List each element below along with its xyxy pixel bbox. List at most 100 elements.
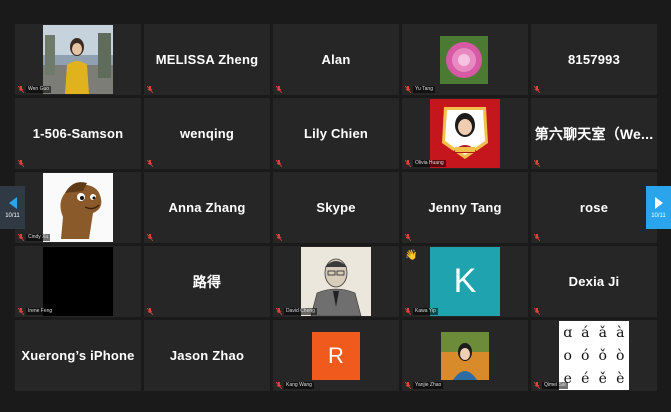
participant-label	[147, 234, 153, 241]
muted-mic-icon	[534, 382, 540, 389]
video-tile-chatroom-6[interactable]: 第六聊天室（We...	[531, 98, 657, 169]
video-tile-cindy-xu[interactable]: Cindy Xu	[15, 172, 141, 243]
avatar-initial: R	[328, 343, 344, 368]
video-tile-melissa-zheng[interactable]: MELISSA Zheng	[144, 24, 270, 95]
participant-display-name: 1-506-Samson	[32, 126, 124, 141]
tone-letter: ò	[616, 347, 625, 364]
participant-label: Irene Feng	[18, 308, 55, 315]
gallery-grid: Wen Guo MELISSA Zheng Alan Yu Tang 81579…	[15, 24, 657, 396]
participant-label	[147, 308, 153, 315]
muted-mic-icon	[147, 86, 153, 93]
participant-label	[276, 86, 282, 93]
participant-name: Cindy Xu	[26, 234, 51, 241]
participant-label: Olivia Huang	[405, 160, 446, 167]
participant-label: Cindy Xu	[18, 234, 51, 241]
participant-display-name: Xuerong’s iPhone	[21, 348, 135, 363]
participant-label	[276, 234, 282, 241]
video-tile-rose[interactable]: rose	[531, 172, 657, 243]
tone-letter: o	[563, 347, 572, 364]
muted-mic-icon	[18, 86, 24, 93]
video-tile-kang-wang[interactable]: R Kang Wang	[273, 320, 399, 391]
muted-mic-icon	[405, 382, 411, 389]
tone-letter: ě	[598, 370, 607, 387]
muted-mic-icon	[18, 160, 24, 167]
video-tile-anna-zhang[interactable]: Anna Zhang	[144, 172, 270, 243]
video-tile-samson[interactable]: 1-506-Samson	[15, 98, 141, 169]
participant-label	[147, 86, 153, 93]
participant-display-name: Anna Zhang	[168, 200, 246, 215]
video-tile-skype[interactable]: Skype	[273, 172, 399, 243]
video-tile-david-cheng[interactable]: David Cheng	[273, 246, 399, 317]
tone-letter: à	[616, 324, 625, 341]
tone-letter: ǒ	[598, 347, 607, 364]
participant-name: Kang Wang	[284, 382, 314, 389]
participant-display-name: wenqing	[179, 126, 235, 141]
tone-letter: ǎ	[598, 324, 607, 341]
tone-letter: é	[581, 370, 590, 387]
video-tile-lude[interactable]: 路得	[144, 246, 270, 317]
video-tile-dexia-ji[interactable]: Dexia Ji	[531, 246, 657, 317]
video-tile-lily-chien[interactable]: Lily Chien	[273, 98, 399, 169]
video-tile-irene-feng[interactable]: Irene Feng	[15, 246, 141, 317]
video-tile-qimei-sai[interactable]: ɑ á ǎ à o ó ǒ ò e é ě è Qimei Sai	[531, 320, 657, 391]
page-indicator: 10/11	[651, 212, 666, 219]
video-tile-yu-tang[interactable]: Yu Tang	[402, 24, 528, 95]
participant-label: David Cheng	[276, 308, 317, 315]
muted-mic-icon	[276, 308, 282, 315]
participant-name: Olivia Huang	[413, 160, 446, 167]
muted-mic-icon	[405, 308, 411, 315]
video-tile-jason-zhao[interactable]: Jason Zhao	[144, 320, 270, 391]
participant-name: Irene Feng	[26, 308, 55, 315]
participant-video-black	[43, 247, 113, 316]
video-tile-8157993[interactable]: 8157993	[531, 24, 657, 95]
muted-mic-icon	[405, 160, 411, 167]
video-tile-yanjie-zhao[interactable]: Yanjie Zhao	[402, 320, 528, 391]
participant-label	[534, 86, 540, 93]
participant-display-name: Dexia Ji	[568, 274, 620, 289]
muted-mic-icon	[276, 160, 282, 167]
previous-page-button[interactable]: 10/11	[0, 186, 25, 229]
video-tile-xuerong-iphone[interactable]: Xuerong’s iPhone	[15, 320, 141, 391]
horse-cartoon-photo	[43, 173, 113, 242]
pinyin-tones-image: ɑ á ǎ à o ó ǒ ò e é ě è	[559, 321, 629, 390]
participant-label	[18, 160, 24, 167]
video-tile-wen-guo[interactable]: Wen Guo	[15, 24, 141, 95]
participant-display-name: 路得	[192, 273, 222, 290]
profile-badge-photo	[430, 99, 500, 168]
video-tile-olivia-huang[interactable]: Olivia Huang	[402, 98, 528, 169]
participant-label: Qimei Sai	[534, 382, 568, 389]
next-page-button[interactable]: 10/11	[646, 186, 671, 229]
profile-photo	[441, 332, 489, 380]
flower-photo	[440, 36, 488, 84]
participant-display-name: Jenny Tang	[428, 200, 502, 215]
participant-name: Qimei Sai	[542, 382, 568, 389]
muted-mic-icon	[18, 308, 24, 315]
participant-label: Kang Wang	[276, 382, 314, 389]
participant-display-name: Lily Chien	[303, 126, 369, 141]
avatar-initial: K	[453, 262, 477, 300]
participant-video-wen-guo	[43, 25, 113, 94]
tone-letter: ó	[581, 347, 590, 364]
avatar-r: R	[312, 332, 360, 380]
video-tile-jenny-tang[interactable]: Jenny Tang	[402, 172, 528, 243]
participant-label	[276, 160, 282, 167]
video-tile-alan[interactable]: Alan	[273, 24, 399, 95]
participant-display-name: MELISSA Zheng	[155, 52, 259, 67]
participant-display-name: Jason Zhao	[169, 348, 245, 363]
video-tile-kawa-yip[interactable]: 👋 K Kawa Yip	[402, 246, 528, 317]
muted-mic-icon	[147, 160, 153, 167]
participant-label: Kawa Yip	[405, 308, 438, 315]
muted-mic-icon	[276, 86, 282, 93]
muted-mic-icon	[534, 160, 540, 167]
muted-mic-icon	[405, 86, 411, 93]
chevron-right-icon	[654, 196, 663, 209]
raised-hand-icon: 👋	[405, 250, 418, 261]
muted-mic-icon	[534, 86, 540, 93]
participant-display-name: rose	[579, 200, 609, 215]
participant-label	[534, 308, 540, 315]
video-tile-wenqing[interactable]: wenqing	[144, 98, 270, 169]
tone-letter: è	[616, 370, 625, 387]
tone-letter: á	[581, 324, 590, 341]
muted-mic-icon	[276, 234, 282, 241]
participant-label	[534, 160, 540, 167]
